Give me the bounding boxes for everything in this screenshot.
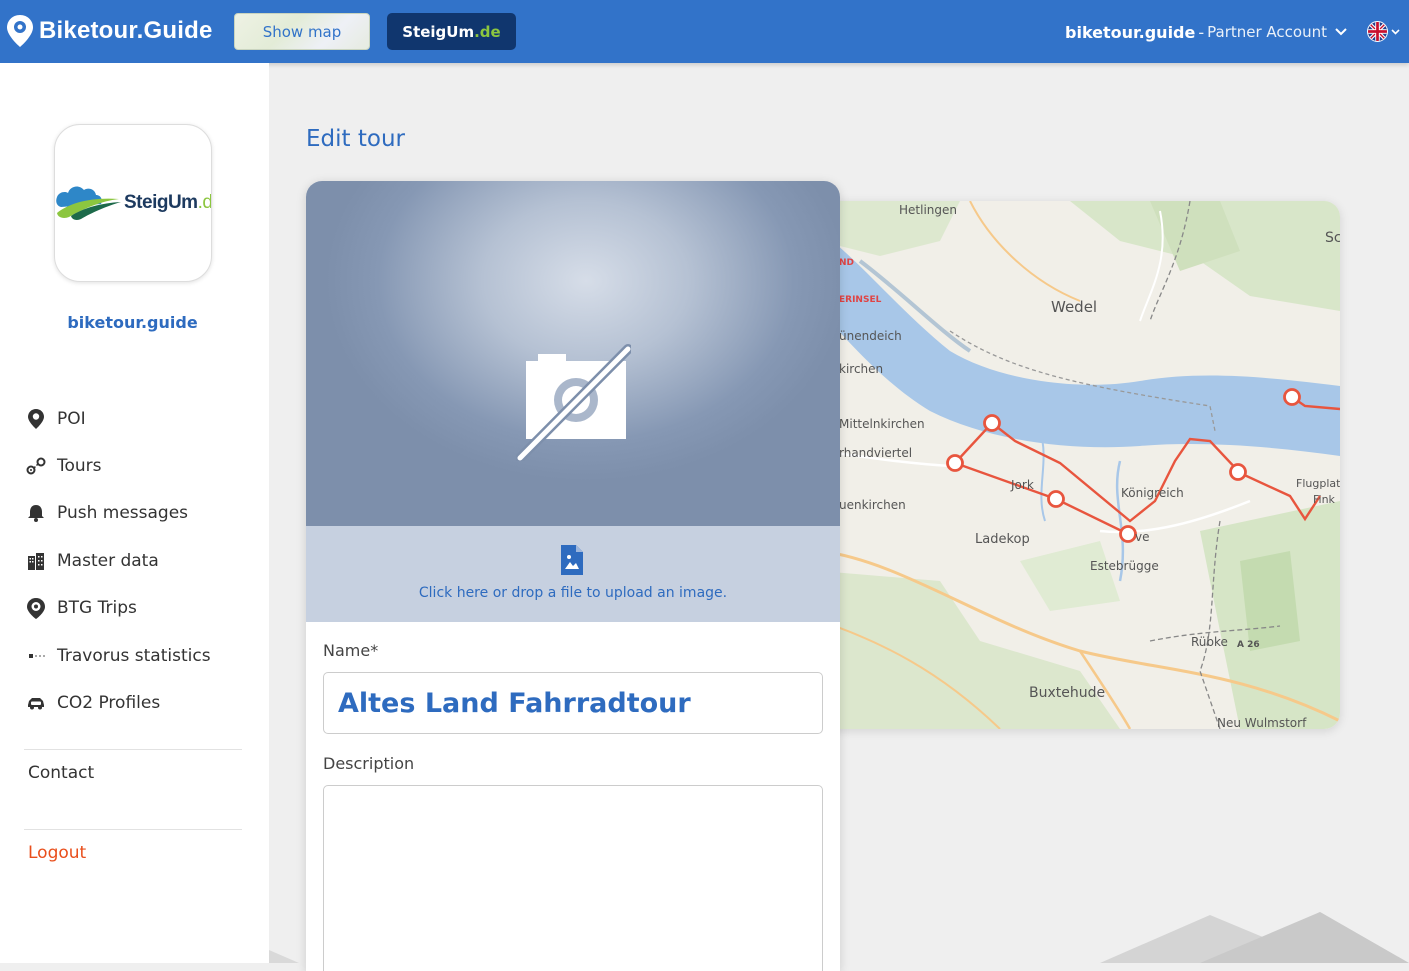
sidebar-site-name: biketour.guide (67, 313, 198, 332)
logo-tld: .de (197, 192, 212, 213)
map-label: Neu Wulmstorf (1217, 716, 1307, 729)
account-separator: - (1198, 22, 1205, 42)
image-upload-dropzone[interactable]: Click here or drop a file to upload an i… (306, 526, 840, 622)
sidebar-item-travorus-statistics[interactable]: Travorus statistics (26, 632, 256, 679)
map-label: Flugplat (1296, 477, 1340, 490)
location-pin-logo-icon (7, 15, 33, 47)
map-label: A 26 (1237, 640, 1260, 650)
brand-logo[interactable]: Biketour.Guide (5, 13, 213, 49)
logo-name: SteigUm (124, 192, 198, 213)
upload-instruction: Click here or drop a file to upload an i… (418, 585, 728, 601)
brand-name: Biketour.Guide (39, 17, 213, 44)
map-label: ve (1135, 530, 1149, 544)
sidebar-item-label: BTG Trips (57, 598, 137, 619)
contact-link[interactable]: Contact (28, 763, 94, 783)
map-label: Buxtehude (1029, 685, 1105, 701)
partner-steigum-button[interactable]: SteigUm .de (387, 13, 516, 50)
sidebar-item-label: Travorus statistics (57, 645, 211, 666)
route-waypoint (1283, 388, 1301, 406)
tour-route-map: Hetlingen Wedel ND ERINSEL ünendeich kir… (820, 201, 1340, 729)
map-label: uenkirchen (839, 498, 906, 512)
steigum-cloud-logo-icon (56, 186, 121, 220)
map-label: Ladekop (975, 532, 1030, 547)
map-label: Fink (1313, 493, 1336, 506)
partner-tld: .de (474, 22, 501, 41)
map-label: Mittelnkirchen (839, 417, 925, 431)
sidebar-item-poi[interactable]: POI (26, 395, 256, 442)
map-label: Wedel (1051, 298, 1097, 316)
sidebar-item-master-data[interactable]: Master data (26, 537, 256, 584)
uk-flag-icon (1367, 21, 1388, 42)
sidebar-item-label: Master data (57, 550, 159, 571)
account-site: biketour.guide (1065, 22, 1196, 42)
account-role: Partner Account (1207, 23, 1327, 41)
partner-logo-card: SteigUm.de (54, 124, 212, 282)
bell-icon (26, 503, 46, 523)
partner-logo-text: SteigUm.de (124, 192, 212, 214)
chevron-down-icon (1335, 28, 1347, 36)
top-navigation-bar: Biketour.Guide Show map SteigUm .de biket… (0, 0, 1409, 63)
sidebar-divider (24, 749, 242, 750)
map-pin-icon (26, 408, 46, 429)
sidebar-item-co2-profiles[interactable]: CO2 Profiles (26, 679, 256, 726)
edit-tour-form: Click here or drop a file to upload an i… (306, 181, 840, 971)
sidebar-nav: POI Tours Push messages Master data BTG … (26, 395, 256, 727)
no-image-icon (516, 344, 631, 461)
account-menu[interactable]: biketour.guide - Partner Account (1065, 20, 1347, 44)
sidebar-item-label: POI (57, 408, 86, 429)
co2-car-icon (26, 693, 46, 713)
show-map-label: Show map (262, 22, 342, 41)
sidebar-divider (24, 829, 242, 830)
map-label: Hetlingen (899, 203, 957, 217)
partner-name: SteigUm (402, 22, 475, 41)
tour-map-preview[interactable]: Hetlingen Wedel ND ERINSEL ünendeich kir… (820, 201, 1340, 729)
route-waypoint (983, 414, 1001, 432)
show-map-button[interactable]: Show map (234, 13, 370, 50)
route-icon (26, 456, 46, 476)
sidebar-item-label: CO2 Profiles (57, 693, 161, 714)
sidebar-item-btg-trips[interactable]: BTG Trips (26, 585, 256, 632)
chevron-down-icon (1391, 28, 1400, 35)
language-selector[interactable] (1367, 21, 1400, 42)
map-label: Königreich (1121, 486, 1184, 500)
tour-image-placeholder[interactable] (306, 181, 840, 526)
statistics-icon (26, 646, 46, 666)
map-label: Jork (1010, 478, 1034, 492)
map-label: Sc (1325, 230, 1340, 246)
map-label: Estebrügge (1090, 559, 1159, 573)
map-label: ünendeich (839, 329, 902, 343)
tour-description-textarea[interactable] (323, 785, 823, 971)
description-label: Description (323, 754, 415, 773)
sidebar-item-label: Push messages (57, 503, 189, 524)
route-waypoint (946, 454, 964, 472)
sidebar-item-push-messages[interactable]: Push messages (26, 490, 256, 537)
map-label: ERINSEL (839, 295, 882, 305)
logout-link[interactable]: Logout (28, 843, 86, 863)
sidebar: SteigUm.de biketour.guide POI Tours Push… (0, 63, 269, 963)
image-file-icon (561, 545, 583, 575)
tour-name-input[interactable] (323, 672, 823, 734)
name-label: Name* (323, 641, 379, 660)
route-waypoint (1229, 463, 1247, 481)
route-waypoint (1047, 490, 1065, 508)
trip-pin-icon (26, 597, 46, 619)
building-icon (26, 551, 46, 571)
page-title: Edit tour (306, 126, 405, 152)
map-label: Rübke (1191, 635, 1228, 649)
map-label: kirchen (839, 362, 883, 376)
map-label: ND (839, 258, 854, 268)
mountain-decoration (1100, 912, 1409, 963)
sidebar-item-tours[interactable]: Tours (26, 442, 256, 489)
route-waypoint (1119, 525, 1137, 543)
map-label: rhandviertel (839, 446, 912, 460)
sidebar-item-label: Tours (57, 456, 102, 477)
